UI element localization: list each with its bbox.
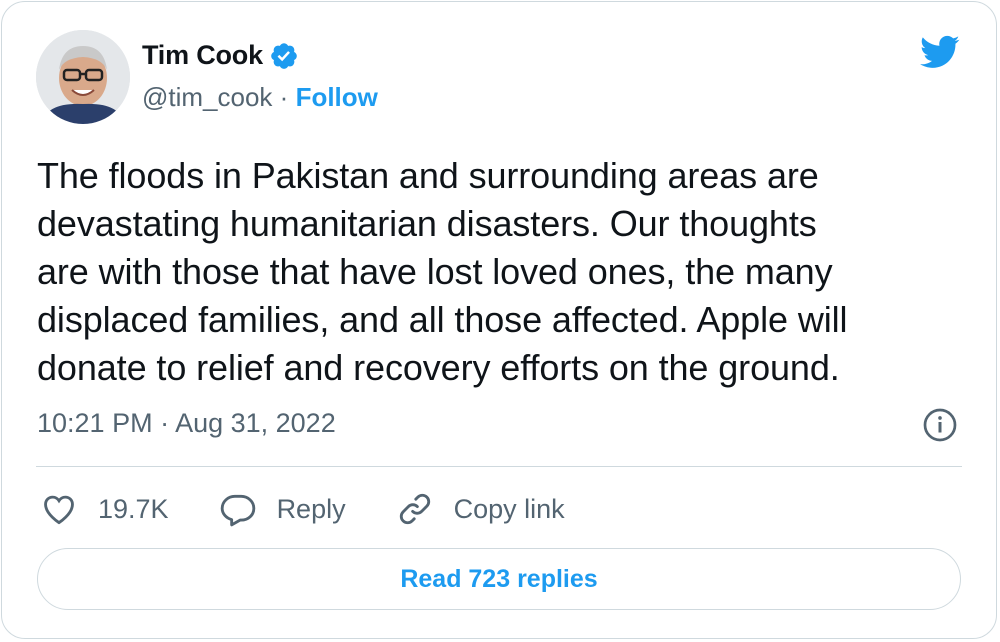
divider (36, 466, 962, 467)
tweet-timestamp[interactable]: 10:21 PM · Aug 31, 2022 (37, 408, 336, 439)
verified-badge-icon (271, 42, 297, 69)
twitter-bird-icon[interactable] (916, 32, 964, 72)
tweet-text: The floods in Pakistan and surrounding a… (37, 155, 848, 388)
reply-label: Reply (276, 493, 346, 524)
like-button[interactable]: 19.7K (40, 490, 169, 528)
copy-link-button[interactable]: Copy link (396, 490, 565, 528)
author-handle[interactable]: @tim_cook (142, 82, 272, 112)
follow-button[interactable]: Follow (296, 82, 378, 112)
tweet-actions: 19.7K Reply Copy link (40, 486, 615, 532)
like-count: 19.7K (98, 493, 169, 524)
read-replies-button[interactable]: Read 723 replies (37, 548, 961, 610)
reply-bubble-icon (220, 494, 255, 527)
info-icon[interactable] (922, 407, 958, 443)
link-icon (399, 493, 430, 525)
copy-link-label: Copy link (453, 493, 565, 524)
avatar[interactable] (36, 30, 130, 124)
author-handle-row: @tim_cook · Follow (142, 82, 378, 113)
heart-icon (44, 495, 74, 525)
author-name-row: Tim Cook (142, 40, 299, 71)
tweet-embed-card: Tim Cook @tim_cook · Follow The floods i… (1, 1, 997, 639)
read-replies-label: Read 723 replies (400, 564, 598, 593)
reply-button[interactable]: Reply (219, 490, 346, 528)
handle-separator: · (279, 82, 296, 112)
author-name[interactable]: Tim Cook (142, 40, 263, 71)
